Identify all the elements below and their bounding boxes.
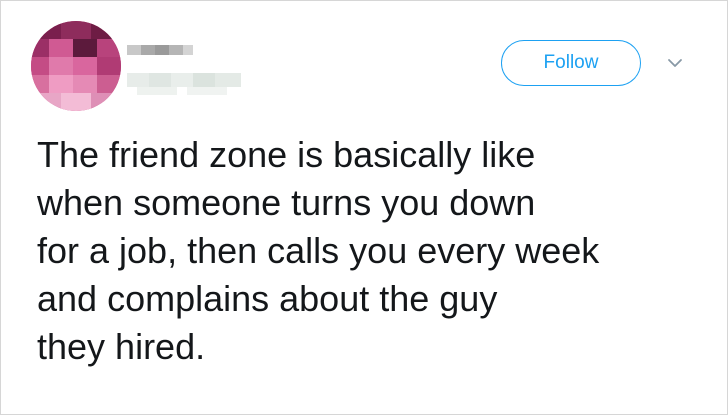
tweet-text: The friend zone is basically like when s… bbox=[37, 131, 707, 371]
follow-button[interactable]: Follow bbox=[501, 40, 641, 86]
chevron-down-icon[interactable] bbox=[665, 55, 685, 71]
tweet-text-line: The friend zone is basically like bbox=[37, 134, 536, 175]
tweet-card: Follow The friend zone is basically like… bbox=[0, 0, 728, 415]
author-name-blurred[interactable] bbox=[127, 43, 247, 99]
tweet-text-line: they hired. bbox=[37, 326, 206, 367]
tweet-text-line: and complains about the guy bbox=[37, 278, 498, 319]
avatar[interactable] bbox=[31, 21, 121, 111]
tweet-text-line: when someone turns you down bbox=[37, 182, 536, 223]
tweet-text-line: for a job, then calls you every week bbox=[37, 230, 600, 271]
